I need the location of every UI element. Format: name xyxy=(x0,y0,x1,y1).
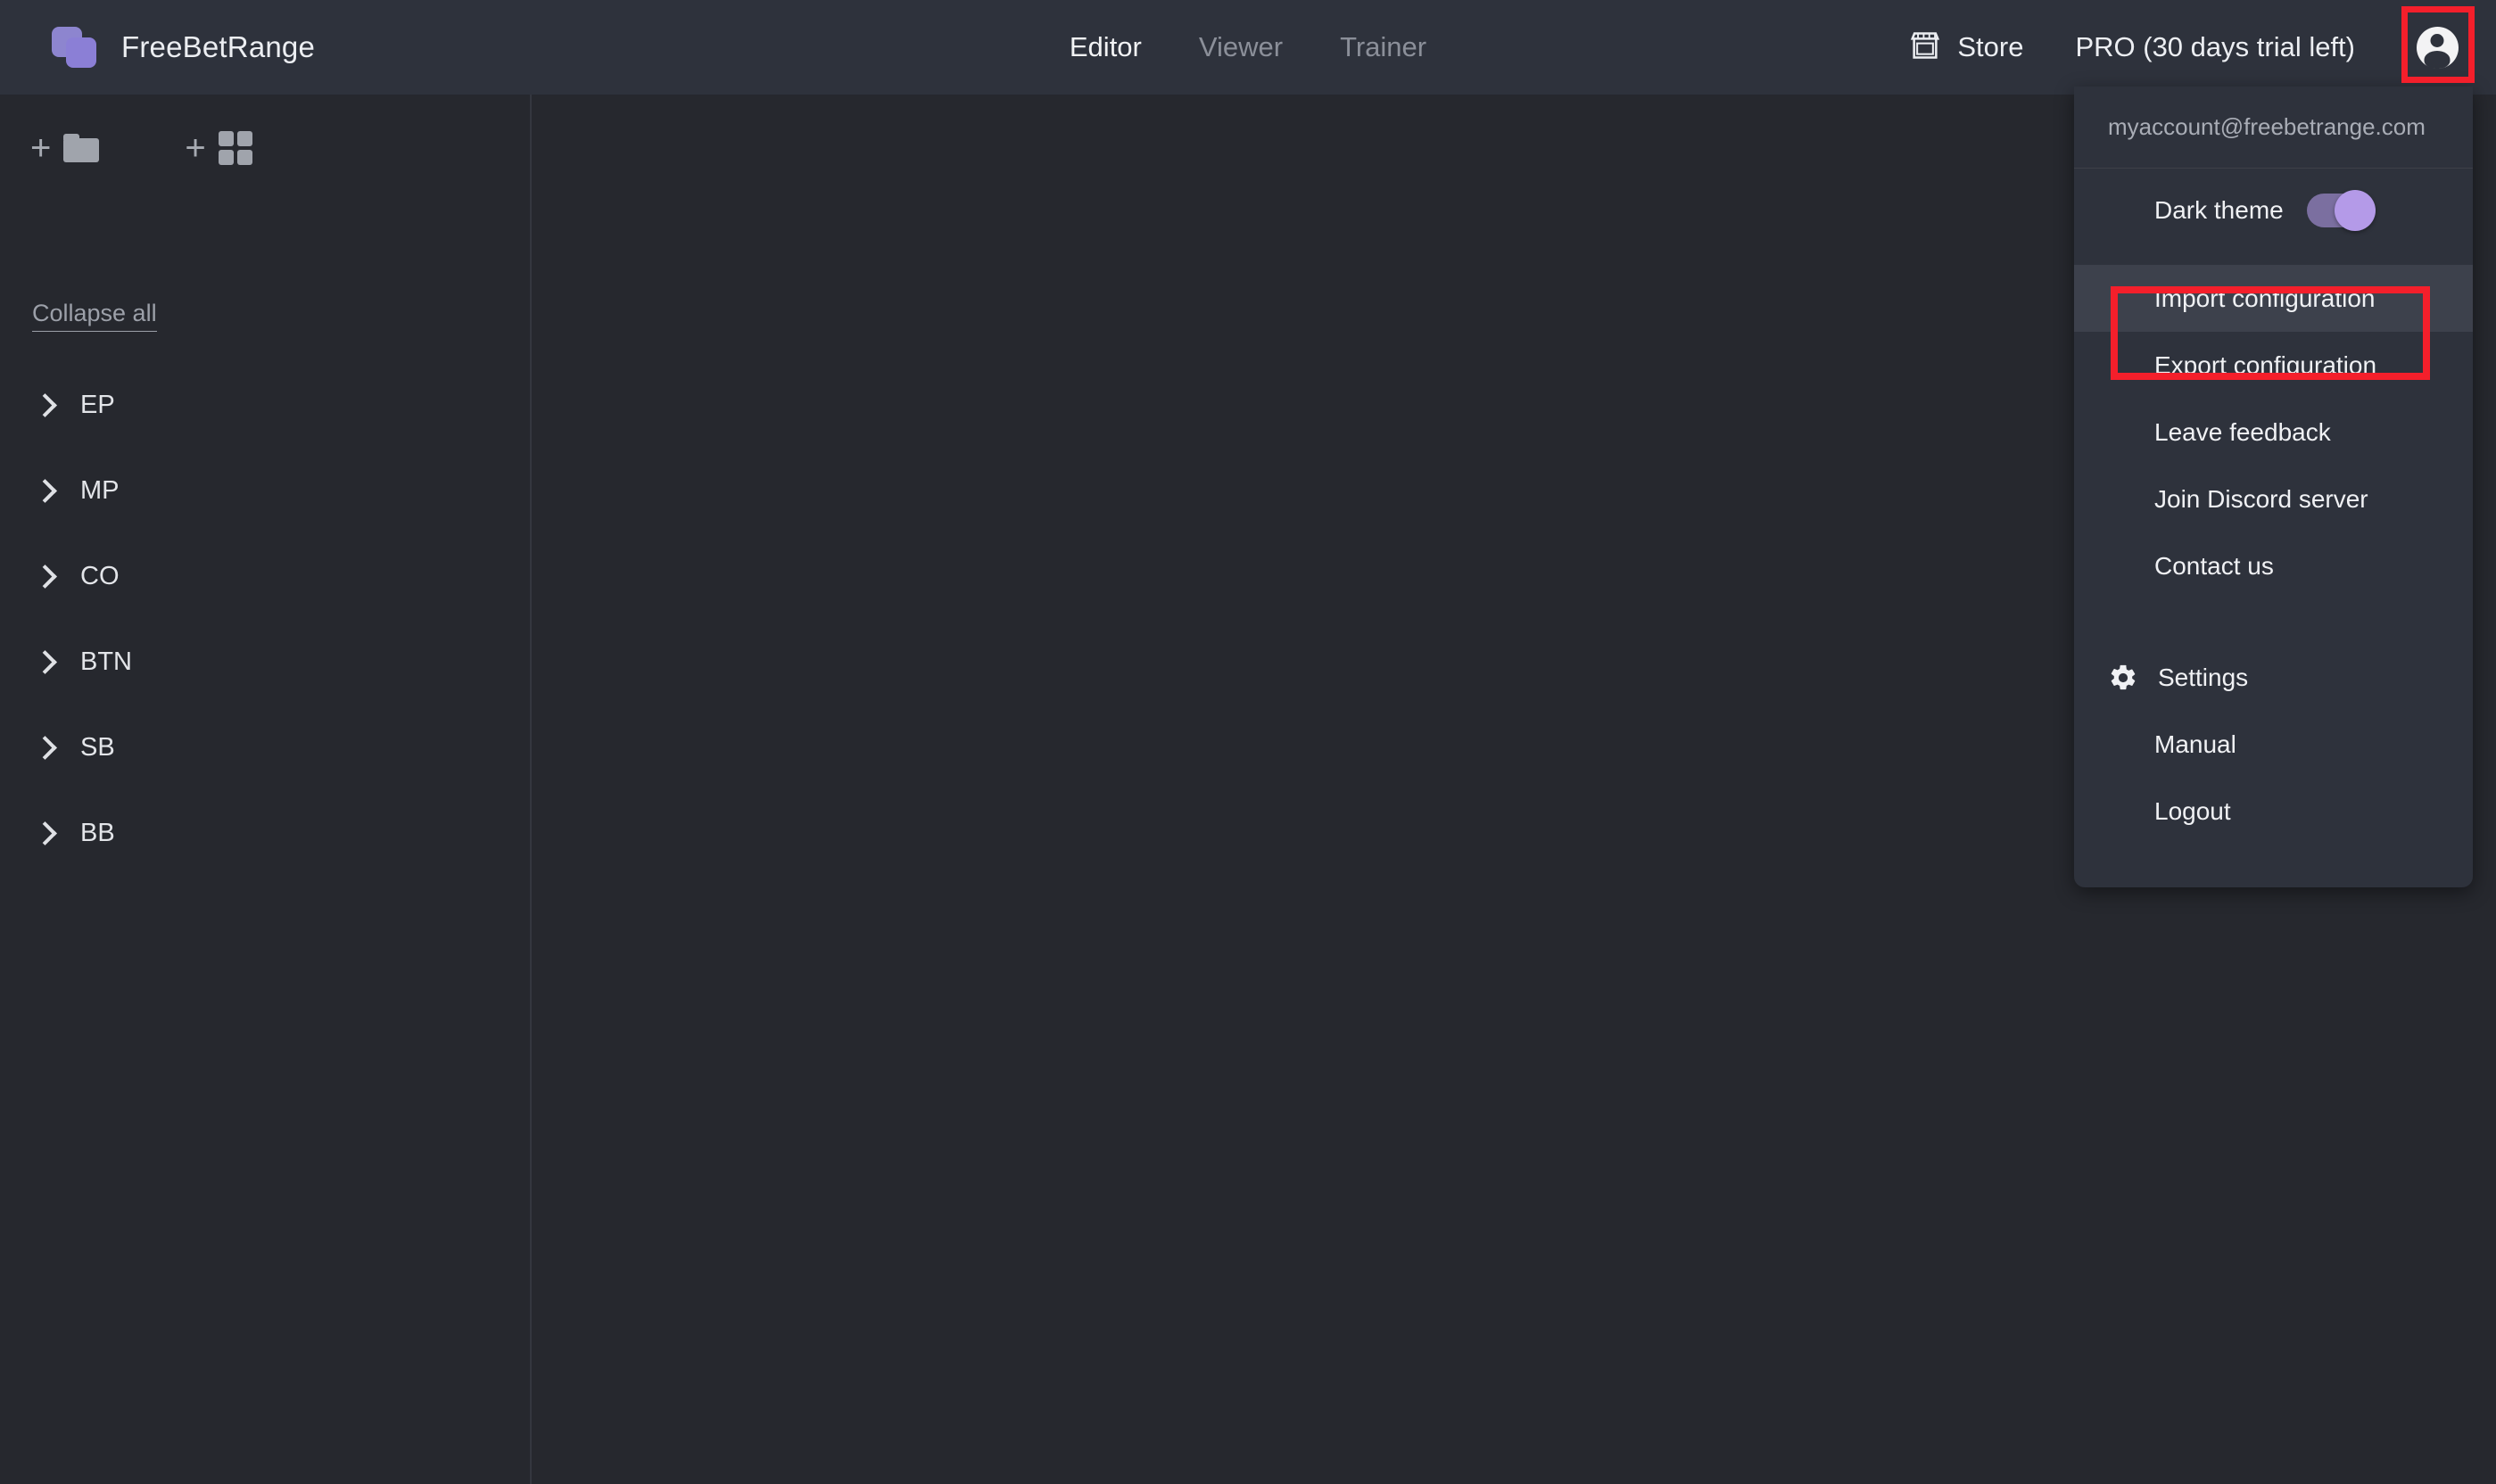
dark-theme-toggle[interactable] xyxy=(2306,190,2376,231)
plus-label: + xyxy=(185,128,206,168)
toggle-knob xyxy=(2334,190,2376,231)
menu-item-import-configuration[interactable]: Import configuration xyxy=(2074,265,2473,332)
add-range-button[interactable]: + xyxy=(185,130,252,166)
chevron-right-icon[interactable] xyxy=(34,395,54,415)
tree-item-btn[interactable]: BTN xyxy=(0,619,532,705)
account-circle-icon xyxy=(2416,26,2459,69)
gear-icon xyxy=(2108,663,2138,693)
tree-item-label: SB xyxy=(80,732,115,762)
sidebar-actions: + + xyxy=(30,130,252,166)
menu-item-manual[interactable]: Manual xyxy=(2074,711,2473,778)
menu-item-settings[interactable]: Settings xyxy=(2074,644,2473,711)
chevron-right-icon[interactable] xyxy=(34,738,54,757)
store-button[interactable]: Store xyxy=(1907,29,2023,67)
collapse-all-link[interactable]: Collapse all xyxy=(32,300,157,332)
main-nav-tabs: Editor Viewer Trainer xyxy=(1070,0,1426,95)
brand-name: FreeBetRange xyxy=(121,30,316,63)
settings-label: Settings xyxy=(2158,663,2249,691)
storefront-icon xyxy=(1907,29,1943,67)
plan-badge[interactable]: PRO (30 days trial left) xyxy=(2075,31,2355,63)
tab-viewer[interactable]: Viewer xyxy=(1199,31,1283,63)
sidebar: + + Collapse all EP MP CO BTN SB BB xyxy=(0,95,532,1484)
chevron-right-icon[interactable] xyxy=(34,481,54,500)
chevron-right-icon[interactable] xyxy=(34,823,54,843)
dark-theme-row[interactable]: Dark theme xyxy=(2074,169,2473,252)
tree-item-co[interactable]: CO xyxy=(0,533,532,619)
tab-trainer[interactable]: Trainer xyxy=(1340,31,1426,63)
tree-item-label: BB xyxy=(80,818,115,847)
tree-item-mp[interactable]: MP xyxy=(0,448,532,533)
add-folder-icon xyxy=(63,134,100,162)
account-dropdown-menu: myaccount@freebetrange.com Dark theme Im… xyxy=(2074,87,2473,887)
tree-item-label: EP xyxy=(80,390,115,419)
header-right-group: Store PRO (30 days trial left) xyxy=(1907,0,2473,95)
brand[interactable]: FreeBetRange xyxy=(52,0,315,95)
menu-item-leave-feedback[interactable]: Leave feedback xyxy=(2074,399,2473,466)
tree-item-ep[interactable]: EP xyxy=(0,362,532,448)
menu-item-join-discord-server[interactable]: Join Discord server xyxy=(2074,466,2473,532)
tree-item-label: BTN xyxy=(80,647,132,676)
account-menu-button[interactable] xyxy=(2401,9,2473,86)
account-email: myaccount@freebetrange.com xyxy=(2074,87,2473,169)
tree-item-label: CO xyxy=(80,561,120,590)
add-folder-button[interactable]: + xyxy=(30,128,100,168)
store-label: Store xyxy=(1957,31,2024,62)
plus-label: + xyxy=(30,128,52,168)
menu-item-export-configuration[interactable]: Export configuration xyxy=(2074,332,2473,399)
app-logo-icon xyxy=(52,25,100,70)
menu-item-contact-us[interactable]: Contact us xyxy=(2074,532,2473,599)
dark-theme-label: Dark theme xyxy=(2154,196,2284,224)
app-header: FreeBetRange Editor Viewer Trainer Store… xyxy=(0,0,2496,95)
chevron-right-icon[interactable] xyxy=(34,566,54,586)
menu-item-logout[interactable]: Logout xyxy=(2074,778,2473,845)
tree-item-sb[interactable]: SB xyxy=(0,705,532,790)
chevron-right-icon[interactable] xyxy=(34,652,54,672)
range-tree: EP MP CO BTN SB BB xyxy=(0,362,532,876)
add-grid-icon xyxy=(218,131,252,165)
tree-item-bb[interactable]: BB xyxy=(0,790,532,876)
tree-item-label: MP xyxy=(80,475,120,505)
tab-editor[interactable]: Editor xyxy=(1070,31,1142,63)
